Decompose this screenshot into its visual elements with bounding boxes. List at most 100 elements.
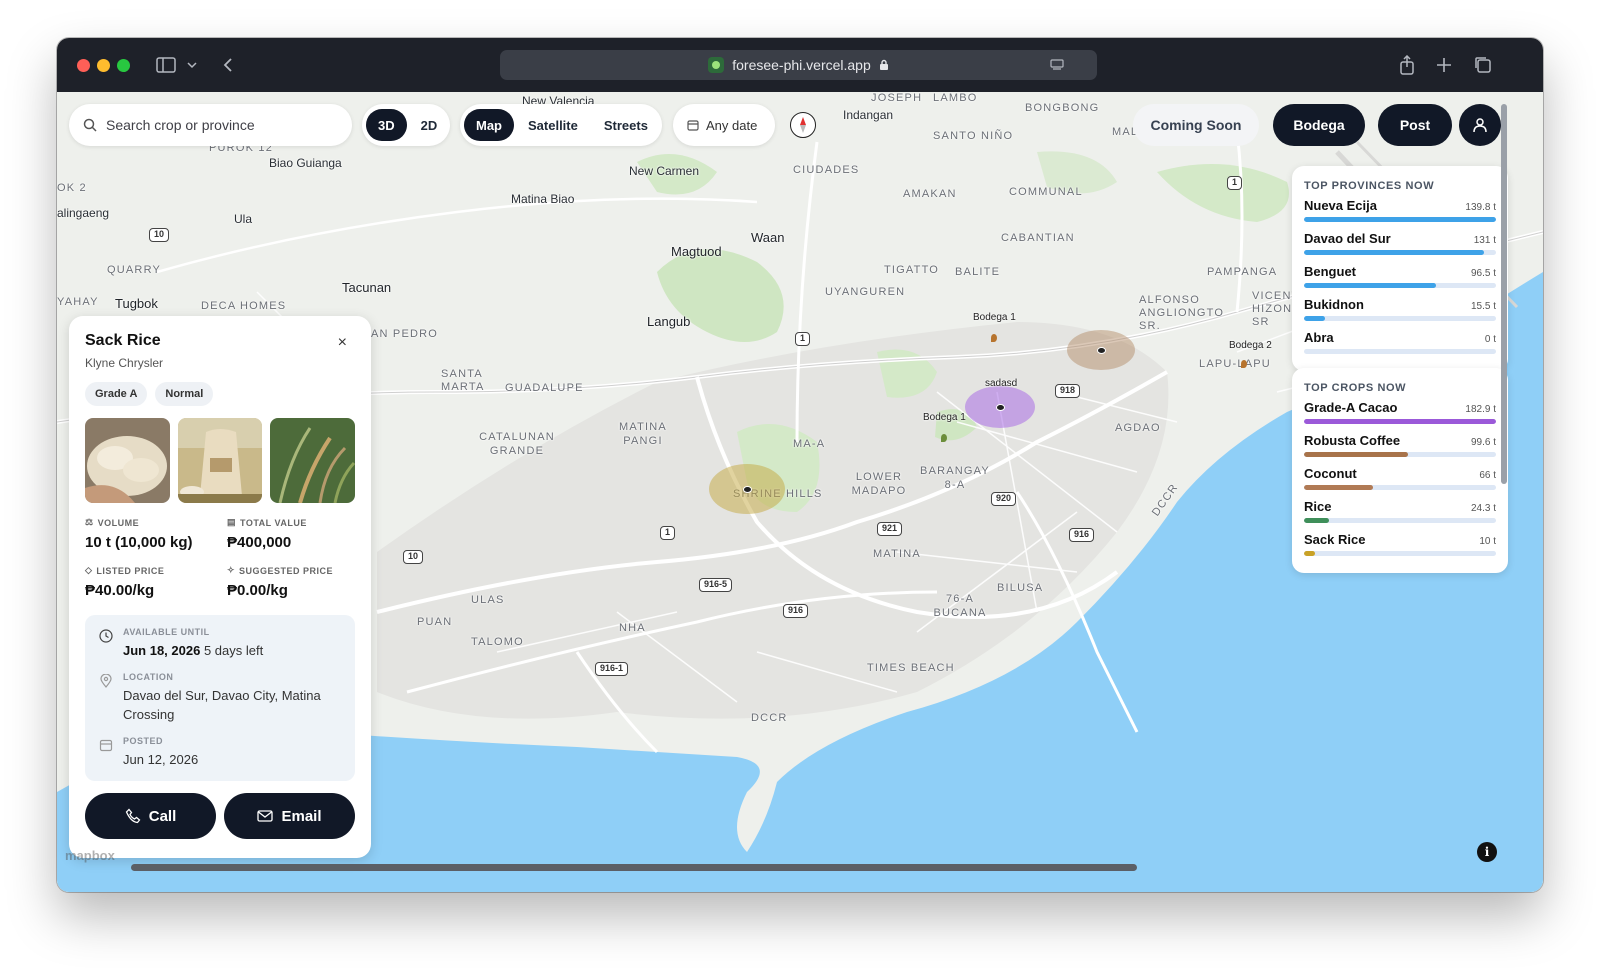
road-shield: 920: [991, 492, 1017, 506]
row-value: 182.9 t: [1465, 404, 1496, 415]
place-label: Langub: [647, 314, 691, 329]
address-bar[interactable]: foresee-phi.vercel.app: [500, 50, 1097, 80]
share-icon[interactable]: [1398, 54, 1416, 76]
row-name: Sack Rice: [1304, 532, 1366, 547]
bodega-button[interactable]: Bodega: [1273, 104, 1365, 146]
vertical-scrollbar[interactable]: [1501, 104, 1507, 484]
location-label: LOCATION: [123, 672, 174, 682]
rice-grains-photo[interactable]: [85, 418, 170, 503]
road-shield: 1: [660, 526, 676, 540]
crop-row[interactable]: Coconut 66 t: [1304, 466, 1496, 490]
row-value: 15.5 t: [1470, 301, 1496, 312]
province-row[interactable]: Bukidnon 15.5 t: [1304, 297, 1496, 321]
date-filter-button[interactable]: Any date: [673, 104, 775, 146]
chevron-down-icon[interactable]: [185, 54, 199, 76]
map-attribution-info-icon[interactable]: i: [1477, 842, 1497, 862]
available-date: Jun 18, 2026: [123, 643, 201, 658]
listing-seller: Klyne Chrysler: [85, 356, 164, 370]
close-icon[interactable]: ×: [338, 334, 347, 352]
style-satellite-button[interactable]: Satellite: [516, 109, 590, 141]
progress-fill: [1304, 518, 1329, 523]
row-value: 0 t: [1484, 334, 1496, 345]
district-label: DECA HOMES: [201, 300, 287, 312]
district-label: CIUDADES: [793, 164, 860, 176]
search-input[interactable]: [106, 117, 326, 133]
user-profile-button[interactable]: [1459, 104, 1501, 146]
scale-icon: ⚖: [85, 517, 94, 527]
crop-row[interactable]: Robusta Coffee 99.6 t: [1304, 433, 1496, 457]
crop-heat-halo[interactable]: [1067, 330, 1135, 370]
rice-sack-photo[interactable]: [177, 418, 263, 503]
volume-value: 10 t (10,000 kg): [85, 534, 193, 551]
call-button[interactable]: Call: [85, 793, 216, 839]
new-tab-plus-icon[interactable]: [1435, 54, 1453, 76]
listing-title: Sack Rice: [85, 332, 161, 349]
district-label: LAMBO: [933, 92, 978, 104]
province-row[interactable]: Davao del Sur 131 t: [1304, 231, 1496, 255]
maximize-window-button[interactable]: [117, 59, 130, 72]
place-label: Indangan: [843, 108, 894, 122]
email-button-label: Email: [281, 807, 322, 825]
progress-fill: [1304, 485, 1374, 490]
location-value: Davao del Sur, Davao City, Matina Crossi…: [123, 688, 321, 722]
row-name: Grade-A Cacao: [1304, 400, 1398, 415]
post-button[interactable]: Post: [1378, 104, 1452, 146]
reader-mode-icon[interactable]: [1049, 54, 1065, 76]
volume-label: VOLUME: [97, 517, 140, 528]
district-label: PAMPANGA: [1207, 266, 1278, 278]
district-label: TIGATTO: [884, 264, 940, 276]
top-provinces-panel: TOP PROVINCES NOW Nueva Ecija 139.8 t Dava…: [1292, 166, 1508, 371]
listing-info-box: AVAILABLE UNTIL Jun 18, 2026 5 days left…: [85, 615, 355, 781]
minimize-window-button[interactable]: [97, 59, 110, 72]
bodega-marker-label: Bodega 1: [923, 412, 966, 423]
map-canvas[interactable]: New Valencia Indangan Biao Guianga New C…: [57, 92, 1543, 892]
sidebar-toggle-icon[interactable]: [155, 54, 177, 76]
email-button[interactable]: Email: [224, 793, 355, 839]
district-label: BILUSA: [997, 582, 1044, 594]
url-text: foresee-phi.vercel.app: [732, 57, 871, 73]
province-row[interactable]: Abra 0 t: [1304, 330, 1496, 354]
district-label: BARANGAY 8-A: [920, 465, 990, 491]
district-label: OK 2: [57, 182, 87, 194]
progress-bar: [1304, 452, 1496, 457]
district-label: AN PEDRO: [371, 328, 439, 340]
search-box[interactable]: [69, 104, 352, 146]
crop-row[interactable]: Grade-A Cacao 182.9 t: [1304, 400, 1496, 424]
map-style-toggle: Map Satellite Streets: [460, 104, 662, 146]
district-label: 76-A BUCANA: [933, 593, 987, 619]
district-label: MATINA: [873, 548, 921, 560]
horizontal-scrollbar[interactable]: [131, 864, 1137, 871]
bodega-marker[interactable]: [1241, 360, 1247, 368]
bodega-marker[interactable]: [991, 334, 997, 342]
road-shield: 916-1: [595, 662, 629, 676]
calendar-icon: [99, 739, 113, 752]
crop-heat-halo[interactable]: [709, 464, 785, 514]
tab-overview-icon[interactable]: [1473, 54, 1493, 76]
calendar-icon: [687, 120, 699, 131]
crop-row[interactable]: Rice 24.3 t: [1304, 499, 1496, 523]
top-provinces-title: TOP PROVINCES NOW: [1304, 180, 1435, 192]
place-label: alingaeng: [57, 206, 110, 220]
road-shield: 916: [783, 604, 809, 618]
view-2d-button[interactable]: 2D: [409, 109, 450, 141]
progress-bar: [1304, 250, 1496, 255]
district-label: LAPU-LAPU: [1199, 358, 1271, 370]
suggested-price-label: SUGGESTED PRICE: [239, 565, 334, 576]
style-map-button[interactable]: Map: [464, 109, 514, 141]
row-name: Robusta Coffee: [1304, 433, 1401, 448]
province-row[interactable]: Benguet 96.5 t: [1304, 264, 1496, 288]
crop-row[interactable]: Sack Rice 10 t: [1304, 532, 1496, 556]
bodega-marker-label: Bodega 2: [1229, 340, 1272, 351]
back-arrow-icon[interactable]: [220, 54, 236, 76]
province-row[interactable]: Nueva Ecija 139.8 t: [1304, 198, 1496, 222]
rice-plant-photo[interactable]: [270, 418, 356, 503]
compass-icon[interactable]: [790, 112, 816, 138]
district-label: TALOMO: [471, 636, 524, 648]
crop-heat-halo[interactable]: [965, 386, 1035, 428]
view-3d-button[interactable]: 3D: [366, 109, 407, 141]
style-streets-button[interactable]: Streets: [592, 109, 660, 141]
coming-soon-button[interactable]: Coming Soon: [1133, 104, 1259, 146]
browser-toolbar: foresee-phi.vercel.app: [57, 38, 1543, 92]
close-window-button[interactable]: [77, 59, 90, 72]
bodega-marker[interactable]: [941, 434, 947, 442]
